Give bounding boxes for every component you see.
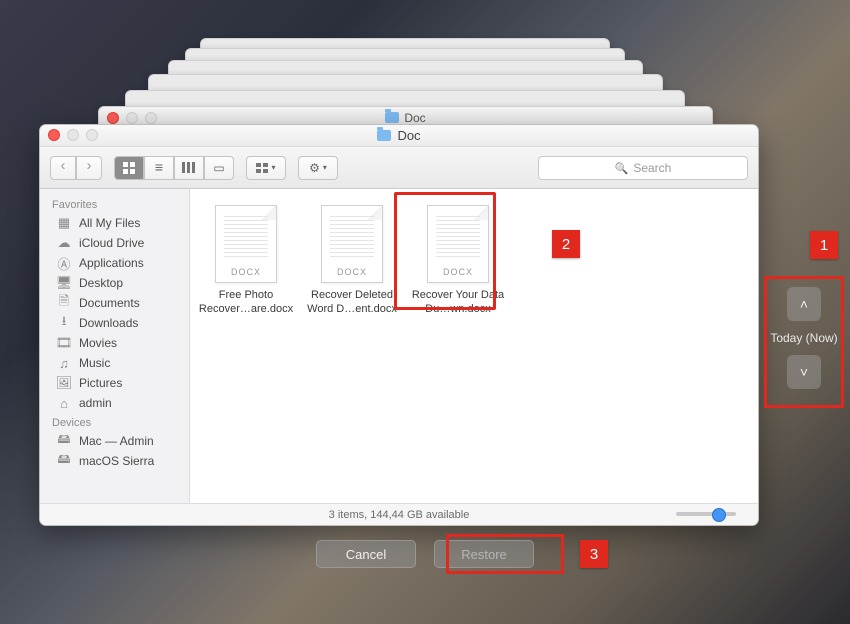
sidebar: Favorites ▦All My Files ☁iCloud Drive ⒶA… bbox=[40, 189, 190, 503]
sidebar-item-documents[interactable]: 🗎Documents bbox=[40, 293, 189, 313]
sidebar-item-movies[interactable]: 🎞Movies bbox=[40, 333, 189, 353]
sidebar-item-desktop[interactable]: 🖥Desktop bbox=[40, 273, 189, 293]
movies-icon: 🎞 bbox=[56, 336, 72, 350]
file-item[interactable]: DOCX Free Photo Recover…are.docx bbox=[198, 205, 294, 317]
music-icon: ♫ bbox=[56, 356, 72, 370]
sidebar-item-macos-sierra[interactable]: 🖴macOS Sierra bbox=[40, 451, 189, 471]
sidebar-section-favorites: Favorites bbox=[40, 195, 189, 213]
cancel-button[interactable]: Cancel bbox=[316, 540, 416, 568]
file-name: Recover Deleted Word D…ent.docx bbox=[304, 289, 400, 317]
documents-icon: 🗎 bbox=[56, 296, 72, 310]
annotation-file-highlight bbox=[394, 192, 496, 310]
minimize-icon bbox=[126, 112, 138, 124]
folder-icon bbox=[377, 130, 391, 141]
sidebar-item-downloads[interactable]: ⭳Downloads bbox=[40, 313, 189, 333]
back-window-title: Doc bbox=[404, 111, 425, 125]
annotation-badge-2: 2 bbox=[552, 230, 580, 258]
icon-size-slider[interactable] bbox=[676, 512, 736, 516]
view-list-button[interactable] bbox=[144, 156, 174, 180]
back-button[interactable] bbox=[50, 156, 76, 180]
annotation-restore-highlight bbox=[446, 534, 564, 574]
sidebar-item-applications[interactable]: ⒶApplications bbox=[40, 253, 189, 273]
sidebar-item-pictures[interactable]: 🖼Pictures bbox=[40, 373, 189, 393]
docx-icon: DOCX bbox=[321, 205, 383, 283]
window-title: Doc bbox=[397, 128, 420, 143]
home-icon: ⌂ bbox=[56, 396, 72, 410]
sidebar-item-icloud[interactable]: ☁iCloud Drive bbox=[40, 233, 189, 253]
search-input[interactable]: Search bbox=[538, 156, 748, 180]
all-files-icon: ▦ bbox=[56, 216, 72, 230]
annotation-badge-1: 1 bbox=[810, 231, 838, 259]
disk-icon: 🖴 bbox=[56, 434, 72, 448]
finder-window: Doc Search Favorites ▦All My Files ☁iClo… bbox=[39, 124, 759, 526]
sidebar-section-devices: Devices bbox=[40, 413, 189, 431]
annotation-timeline-highlight bbox=[764, 276, 844, 408]
toolbar: Search bbox=[40, 147, 758, 189]
annotation-badge-3: 3 bbox=[580, 540, 608, 568]
disk-icon: 🖴 bbox=[56, 454, 72, 468]
folder-icon bbox=[385, 112, 399, 123]
sidebar-item-music[interactable]: ♫Music bbox=[40, 353, 189, 373]
forward-button[interactable] bbox=[76, 156, 102, 180]
maximize-icon bbox=[145, 112, 157, 124]
file-name: Free Photo Recover…are.docx bbox=[198, 289, 294, 317]
view-coverflow-button[interactable] bbox=[204, 156, 234, 180]
search-icon bbox=[615, 161, 629, 175]
file-item[interactable]: DOCX Recover Deleted Word D…ent.docx bbox=[304, 205, 400, 317]
sidebar-item-mac-admin[interactable]: 🖴Mac — Admin bbox=[40, 431, 189, 451]
cloud-icon: ☁ bbox=[56, 236, 72, 250]
pictures-icon: 🖼 bbox=[56, 376, 72, 390]
downloads-icon: ⭳ bbox=[56, 316, 72, 330]
status-text: 3 items, 144,44 GB available bbox=[329, 509, 470, 521]
status-bar: 3 items, 144,44 GB available bbox=[40, 503, 758, 525]
sidebar-item-all-my-files[interactable]: ▦All My Files bbox=[40, 213, 189, 233]
view-mode-group bbox=[114, 156, 234, 180]
file-list: DOCX Free Photo Recover…are.docx DOCX Re… bbox=[190, 189, 758, 503]
view-icons-button[interactable] bbox=[114, 156, 144, 180]
action-button[interactable] bbox=[298, 156, 338, 180]
applications-icon: Ⓐ bbox=[56, 256, 72, 270]
docx-icon: DOCX bbox=[215, 205, 277, 283]
close-icon bbox=[107, 112, 119, 124]
arrange-button[interactable] bbox=[246, 156, 286, 180]
titlebar: Doc bbox=[40, 125, 758, 147]
view-columns-button[interactable] bbox=[174, 156, 204, 180]
minimize-button[interactable] bbox=[67, 129, 79, 141]
desktop-icon: 🖥 bbox=[56, 276, 72, 290]
close-button[interactable] bbox=[48, 129, 60, 141]
nav-buttons bbox=[50, 156, 102, 180]
maximize-button[interactable] bbox=[86, 129, 98, 141]
sidebar-item-admin[interactable]: ⌂admin bbox=[40, 393, 189, 413]
search-placeholder: Search bbox=[633, 161, 671, 175]
